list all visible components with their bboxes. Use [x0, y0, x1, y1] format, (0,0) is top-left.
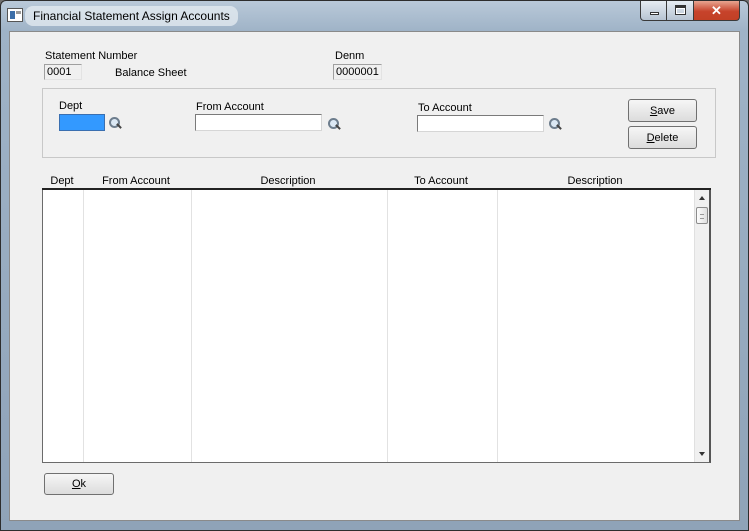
ok-label: k — [80, 478, 87, 490]
statement-number-field: 0001 — [44, 64, 82, 80]
maximize-button[interactable] — [667, 1, 694, 21]
save-button[interactable]: Save — [628, 99, 697, 122]
delete-button[interactable]: Delete — [628, 126, 697, 149]
entry-group: Dept From Account To Account Save Delete — [42, 88, 716, 158]
ok-mnemonic: O — [71, 478, 81, 490]
column-divider — [191, 190, 192, 462]
scroll-thumb[interactable] — [696, 207, 708, 224]
column-divider — [83, 190, 84, 462]
from-account-lookup-icon[interactable] — [327, 117, 341, 131]
scroll-up-icon[interactable] — [699, 196, 705, 200]
accounts-grid[interactable] — [42, 190, 711, 463]
column-header-to-account[interactable]: To Account — [386, 175, 496, 187]
delete-label: elete — [654, 131, 679, 144]
window-title: Financial Statement Assign Accounts — [25, 6, 238, 26]
app-window: Financial Statement Assign Accounts ✕ St… — [0, 0, 749, 531]
to-account-input[interactable] — [417, 115, 544, 132]
to-account-lookup-icon[interactable] — [548, 117, 562, 131]
grid-header: Dept From Account Description To Account… — [42, 175, 711, 190]
dept-label: Dept — [59, 100, 83, 112]
close-button[interactable]: ✕ — [694, 1, 740, 21]
column-divider — [497, 190, 498, 462]
close-icon: ✕ — [711, 3, 722, 18]
column-header-dept[interactable]: Dept — [42, 175, 82, 187]
vertical-scrollbar[interactable] — [694, 190, 709, 462]
scroll-down-icon[interactable] — [699, 452, 705, 456]
app-icon[interactable] — [7, 8, 23, 22]
delete-mnemonic: D — [646, 131, 655, 144]
column-header-from-account[interactable]: From Account — [82, 175, 190, 187]
statement-number-label: Statement Number — [45, 50, 138, 62]
denm-field: 0000001 — [333, 64, 382, 80]
dialog-body: Statement Number 0001 Balance Sheet Denm… — [9, 31, 740, 521]
from-account-label: From Account — [196, 101, 264, 113]
dept-lookup-icon[interactable] — [108, 116, 122, 130]
dept-input[interactable] — [59, 114, 105, 131]
to-account-label: To Account — [418, 102, 472, 114]
from-account-input[interactable] — [195, 114, 322, 131]
title-bar[interactable]: Financial Statement Assign Accounts ✕ — [1, 1, 748, 31]
denm-label: Denm — [335, 50, 365, 62]
column-header-from-description[interactable]: Description — [190, 175, 386, 187]
column-divider — [387, 190, 388, 462]
maximize-icon — [675, 5, 686, 15]
statement-name: Balance Sheet — [115, 67, 187, 79]
minimize-icon — [650, 12, 659, 15]
minimize-button[interactable] — [640, 1, 667, 21]
window-controls: ✕ — [640, 1, 740, 21]
column-header-to-description[interactable]: Description — [496, 175, 694, 187]
ok-button[interactable]: Ok — [44, 473, 114, 495]
save-label: ave — [657, 104, 676, 117]
